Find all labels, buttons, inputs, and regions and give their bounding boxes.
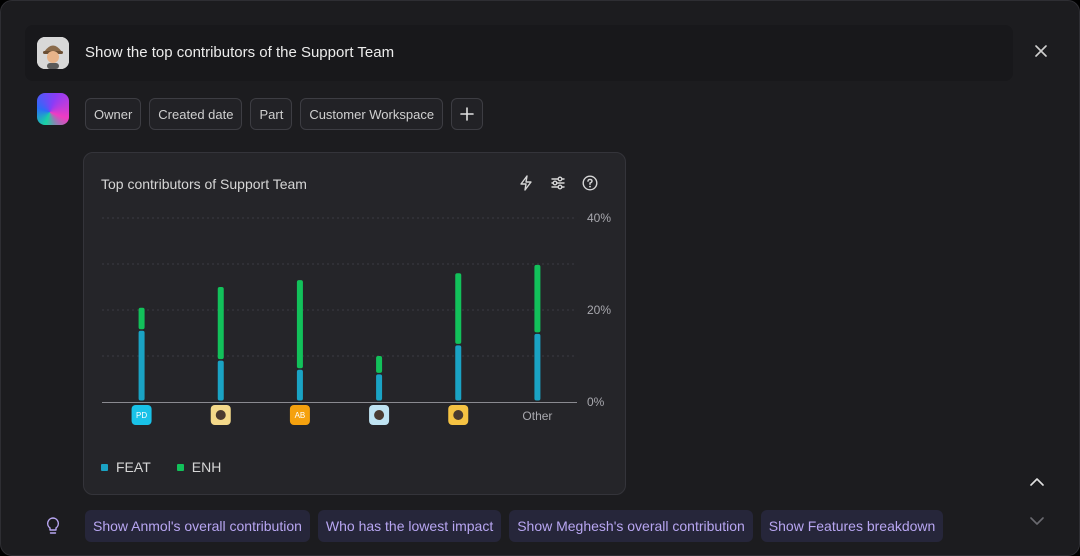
filter-chip-owner[interactable]: Owner [85,98,142,130]
bar-segment-enh [534,264,541,333]
chevron-up-icon [1030,477,1044,486]
bar-segment-enh [455,273,462,344]
category-avatar-initials: AB [295,411,306,420]
close-button[interactable] [1029,39,1053,63]
bar-segment-feat [534,333,541,401]
filter-row: Owner Created date Part Customer Workspa… [85,98,484,130]
filter-chip-customer-workspace[interactable]: Customer Workspace [300,98,444,130]
legend-item-feat: FEAT [101,459,151,475]
category-avatar-face [215,410,226,420]
suggestion-chip[interactable]: Who has the lowest impact [317,510,502,542]
category-avatar-initials: PD [136,411,147,420]
prompt-bar: Show the top contributors of the Support… [25,25,1013,81]
user-avatar [37,37,69,69]
add-filter-button[interactable] [451,98,484,130]
chart-legend: FEAT ENH [101,459,221,475]
legend-item-enh: ENH [176,459,222,475]
legend-label-feat: FEAT [116,459,151,475]
y-tick-label: 0% [587,395,605,409]
scroll-up-button[interactable] [1027,471,1047,491]
bar-segment-feat [455,345,462,401]
filter-chip-created-date[interactable]: Created date [149,98,243,130]
assistant-window: Show the top contributors of the Support… [0,0,1080,556]
lightbulb-icon [46,517,60,534]
category-avatar-face [374,410,385,420]
bar-segment-enh [217,287,224,360]
stacked-bar-chart: 0% 20% 40% PD AB Other [102,211,611,425]
bar-segment-feat [296,369,303,401]
close-icon [1035,45,1047,57]
bar-segment-enh [376,356,383,373]
assistant-logo-icon [37,93,69,125]
legend-label-enh: ENH [191,459,222,475]
bar-segment-feat [138,330,145,401]
bar-segment-enh [138,307,145,330]
chevron-down-icon [1030,516,1044,525]
category-avatar-face [453,410,464,420]
scroll-down-button[interactable] [1027,511,1047,531]
suggestion-chip[interactable]: Show Features breakdown [760,510,944,542]
legend-swatch-enh [176,463,184,471]
y-tick-label: 40% [587,211,611,225]
suggestion-chip[interactable]: Show Anmol's overall contribution [85,510,310,542]
y-tick-label: 20% [587,303,611,317]
suggestion-row: Show Anmol's overall contribution Who ha… [85,510,944,542]
bar-segment-feat [376,374,383,401]
plus-icon [460,107,474,121]
prompt-text: Show the top contributors of the Support… [85,44,395,61]
chart-card: Top contributors of Support Team 0% 20% … [83,152,626,495]
legend-swatch-feat [101,463,108,471]
suggestion-chip[interactable]: Show Meghesh's overall contribution [509,510,753,542]
bar-segment-enh [296,280,303,369]
bar-segment-feat [217,360,224,401]
category-label: Other [522,409,552,423]
filter-chip-part[interactable]: Part [250,98,293,130]
